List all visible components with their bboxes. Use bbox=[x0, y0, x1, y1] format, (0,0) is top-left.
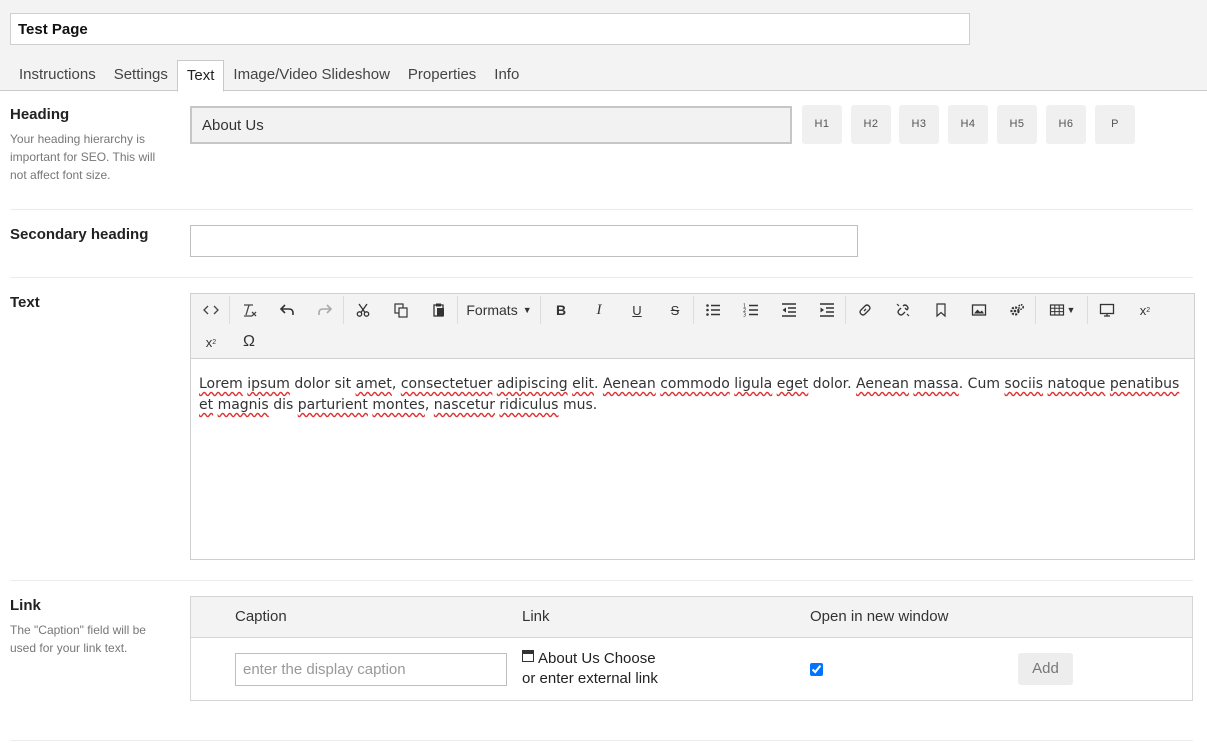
bold-icon[interactable]: B bbox=[547, 296, 575, 324]
heading-label: Heading bbox=[10, 106, 70, 123]
column-header-link: Link bbox=[522, 608, 550, 625]
tab-image-video-slideshow[interactable]: Image/Video Slideshow bbox=[224, 60, 399, 91]
underline-icon[interactable]: U bbox=[623, 296, 651, 324]
section-divider bbox=[10, 740, 1193, 741]
indent-icon[interactable] bbox=[813, 296, 841, 324]
page-icon bbox=[522, 650, 534, 662]
copy-icon[interactable] bbox=[387, 296, 415, 324]
column-header-caption: Caption bbox=[235, 608, 287, 625]
table-icon[interactable]: ▼ bbox=[1043, 296, 1081, 324]
column-header-open-in-new-window: Open in new window bbox=[810, 608, 949, 625]
heading-level-h4-button[interactable]: H4 bbox=[948, 105, 988, 144]
bullet-list-icon[interactable] bbox=[699, 296, 727, 324]
link-table: Caption Link Open in new window About Us… bbox=[190, 596, 1193, 701]
add-link-button[interactable]: Add bbox=[1018, 653, 1073, 685]
section-divider bbox=[10, 580, 1193, 581]
link-selector: About Us Choose or enter external link bbox=[522, 649, 682, 689]
undo-icon[interactable] bbox=[273, 296, 301, 324]
heading-level-p-button[interactable]: P bbox=[1095, 105, 1135, 144]
source-code-icon[interactable] bbox=[197, 296, 225, 324]
tab-instructions[interactable]: Instructions bbox=[10, 60, 105, 91]
heading-help-text: Your heading hierarchy is important for … bbox=[10, 132, 156, 182]
caret-down-icon: ▼ bbox=[1066, 305, 1076, 315]
heading-level-h5-button[interactable]: H5 bbox=[997, 105, 1037, 144]
heading-level-h2-button[interactable]: H2 bbox=[851, 105, 891, 144]
outdent-icon[interactable] bbox=[775, 296, 803, 324]
unlink-icon[interactable] bbox=[889, 296, 917, 324]
heading-level-h6-button[interactable]: H6 bbox=[1046, 105, 1086, 144]
external-link-option[interactable]: or enter external link bbox=[522, 670, 658, 687]
image-icon[interactable] bbox=[965, 296, 993, 324]
numbered-list-icon[interactable]: 123 bbox=[737, 296, 765, 324]
formats-dropdown[interactable]: Formats ▼ bbox=[463, 296, 535, 324]
linked-page-name: About Us bbox=[538, 650, 600, 667]
section-divider bbox=[10, 277, 1193, 278]
text-label: Text bbox=[10, 294, 40, 311]
link-help-text: The "Caption" field will be used for you… bbox=[10, 623, 146, 655]
heading-input[interactable] bbox=[190, 106, 792, 144]
link-icon[interactable] bbox=[851, 296, 879, 324]
formats-label: Formats bbox=[466, 302, 518, 318]
secondary-heading-input[interactable] bbox=[190, 225, 858, 257]
caption-input[interactable] bbox=[235, 653, 507, 686]
tab-bar: Instructions Settings Text Image/Video S… bbox=[10, 60, 528, 92]
tab-properties[interactable]: Properties bbox=[399, 60, 485, 91]
italic-icon[interactable]: I bbox=[585, 296, 613, 324]
tab-text[interactable]: Text bbox=[176, 60, 225, 92]
secondary-heading-label: Secondary heading bbox=[10, 226, 149, 243]
page-title-input[interactable] bbox=[10, 13, 970, 45]
open-new-window-checkbox[interactable] bbox=[810, 663, 823, 676]
cut-icon[interactable] bbox=[349, 296, 377, 324]
editor-content[interactable]: Lorem ipsum dolor sit amet, consectetuer… bbox=[191, 359, 1194, 431]
section-divider bbox=[10, 209, 1193, 210]
subscript-icon[interactable]: x2 bbox=[1131, 296, 1159, 324]
editor-toolbar: Formats ▼ B I U S 123 ▼ x 2 x 2 Ω bbox=[191, 294, 1194, 359]
heading-level-h1-button[interactable]: H1 bbox=[802, 105, 842, 144]
anchor-icon[interactable] bbox=[927, 296, 955, 324]
tab-info[interactable]: Info bbox=[485, 60, 528, 91]
redo-icon[interactable] bbox=[311, 296, 339, 324]
tab-settings[interactable]: Settings bbox=[105, 60, 177, 91]
preview-icon[interactable] bbox=[1093, 296, 1121, 324]
special-character-icon[interactable]: Ω bbox=[235, 328, 263, 356]
svg-text:3: 3 bbox=[743, 313, 746, 319]
choose-link-button[interactable]: Choose bbox=[604, 650, 656, 667]
page-header: Instructions Settings Text Image/Video S… bbox=[0, 0, 1207, 92]
clear-formatting-icon[interactable] bbox=[235, 296, 263, 324]
superscript-icon[interactable]: x2 bbox=[197, 328, 225, 356]
link-label: Link bbox=[10, 597, 41, 614]
heading-level-h3-button[interactable]: H3 bbox=[899, 105, 939, 144]
rich-text-editor: Formats ▼ B I U S 123 ▼ x 2 x 2 Ω Lorem … bbox=[190, 293, 1195, 560]
caret-down-icon: ▼ bbox=[522, 305, 532, 315]
settings-icon[interactable] bbox=[1003, 296, 1031, 324]
paste-icon[interactable] bbox=[425, 296, 453, 324]
link-table-header: Caption Link Open in new window bbox=[191, 597, 1192, 638]
strikethrough-icon[interactable]: S bbox=[661, 296, 689, 324]
